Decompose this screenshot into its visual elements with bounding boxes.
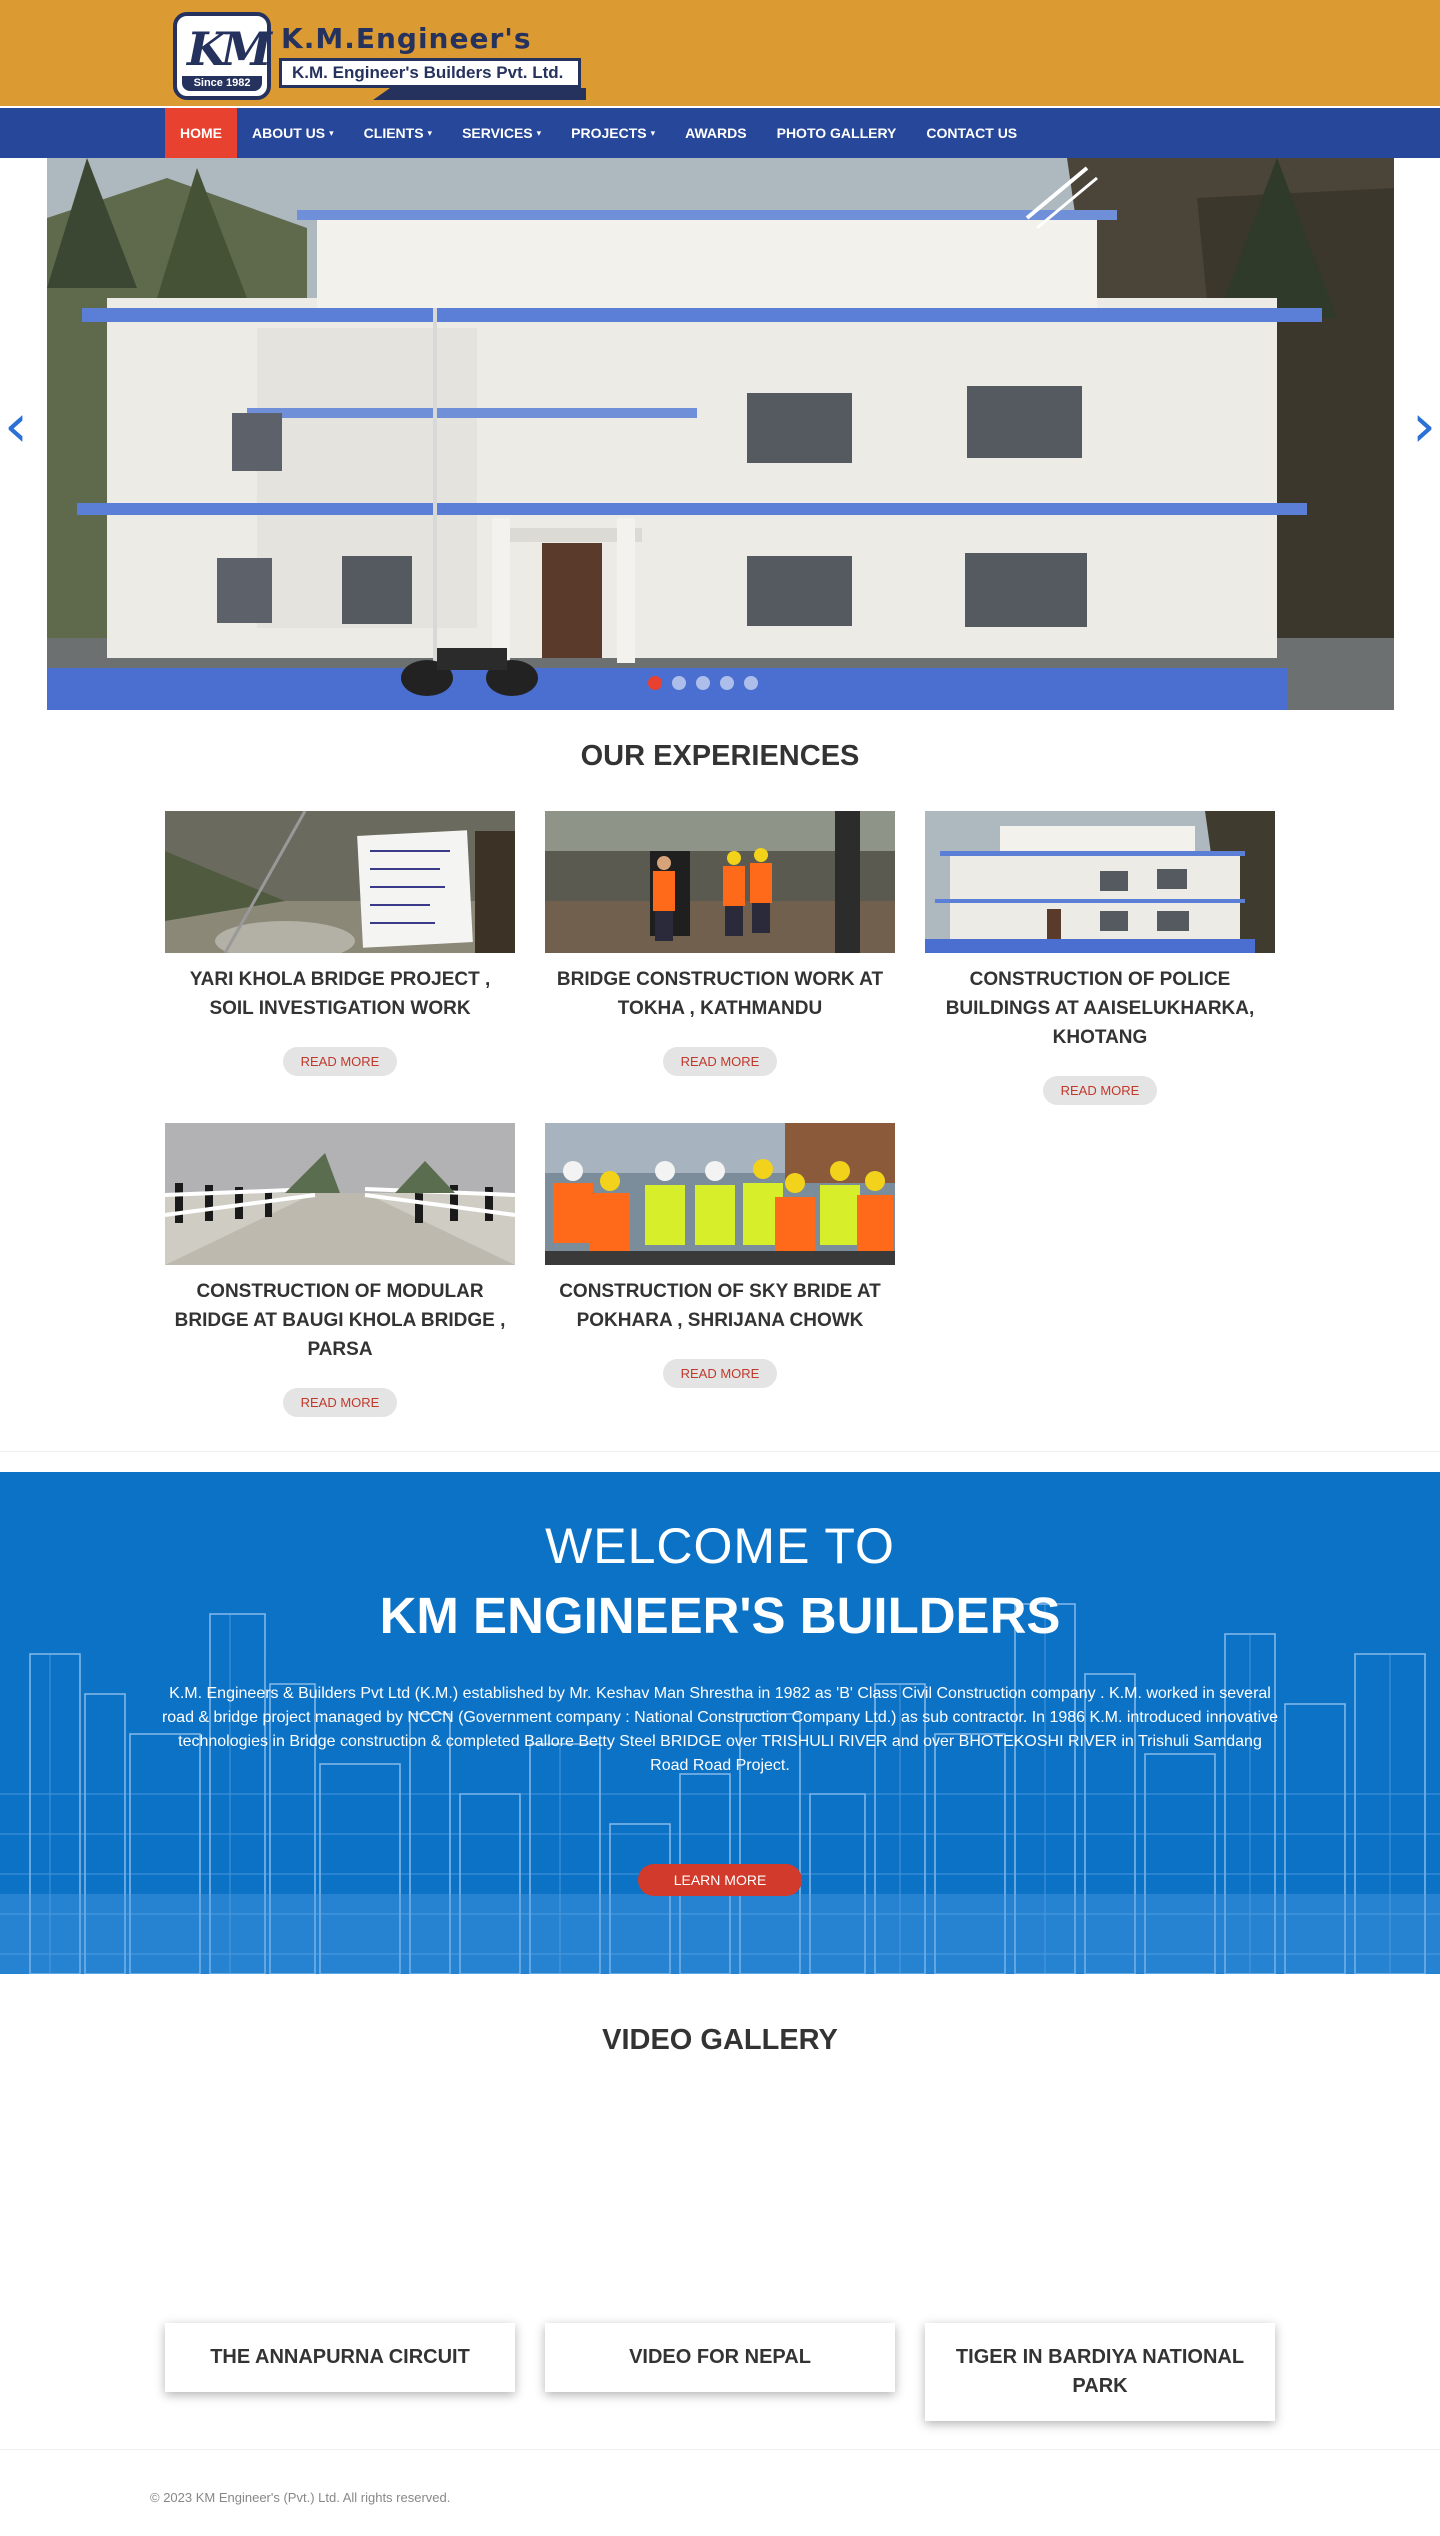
nav-item-awards[interactable]: AWARDS [670,108,761,158]
nav-item-label: PHOTO GALLERY [776,125,897,141]
nav-list: HOME ABOUT US ▾ CLIENTS ▾ SERVICES ▾ PROJECTS ▾ A… [165,108,1440,158]
video-title: TIGER IN BARDIYA NATIONAL PARK [955,2346,1245,2397]
experience-card: BRIDGE CONSTRUCTION WORK AT TOKHA , KATH… [545,811,895,1105]
read-more-button[interactable]: READ MORE [662,1359,778,1388]
logo-initials: KM [187,22,272,76]
nav-item-label: HOME [180,125,222,141]
experiences-grid: YARI KHOLA BRIDGE PROJECT , SOIL INVESTI… [165,811,1275,1417]
nav-item-projects[interactable]: PROJECTS ▾ [556,108,670,158]
video-card[interactable]: VIDEO FOR NEPAL [545,2323,895,2392]
caret-down-icon: ▾ [427,128,433,138]
soil-investigation-photo[interactable] [165,811,515,953]
caret-down-icon: ▾ [329,128,334,138]
video-title: VIDEO FOR NEPAL [629,2346,811,2368]
logo-slab [373,88,586,100]
nav-item-label: ABOUT US [252,125,326,141]
site-header: KM Since 1982 K.M.Engineer's K.M. Engine… [0,0,1440,106]
nav-item-label: SERVICES [462,125,533,141]
nav-item-photo-gallery[interactable]: PHOTO GALLERY [762,108,912,158]
hero-slider: ‹ › [0,158,1440,710]
caret-down-icon: ▾ [650,128,656,138]
slider-dot[interactable] [672,676,686,690]
experience-title[interactable]: YARI KHOLA BRIDGE PROJECT , SOIL INVESTI… [165,965,515,1023]
nav-item-label: PROJECTS [571,125,647,141]
police-building-photo [47,158,1394,710]
experience-title[interactable]: CONSTRUCTION OF MODULAR BRIDGE AT BAUGI … [165,1277,515,1364]
nav-item-label: CONTACT US [926,125,1018,141]
nav-item-clients[interactable]: CLIENTS ▾ [349,108,447,158]
nav-item-label: AWARDS [685,125,747,141]
brand-name: K.M.Engineer's [281,22,532,55]
video-title: THE ANNAPURNA CIRCUIT [210,2346,470,2368]
video-card[interactable]: TIGER IN BARDIYA NATIONAL PARK [925,2323,1275,2421]
slider-dot[interactable] [720,676,734,690]
main-nav: HOME ABOUT US ▾ CLIENTS ▾ SERVICES ▾ PROJECTS ▾ A… [0,106,1440,158]
experience-card: CONSTRUCTION OF MODULAR BRIDGE AT BAUGI … [165,1123,515,1417]
slider-dot[interactable] [696,676,710,690]
experiences-title: OUR EXPERIENCES [580,740,860,772]
caret-down-icon: ▾ [536,128,542,138]
experience-card: YARI KHOLA BRIDGE PROJECT , SOIL INVESTI… [165,811,515,1105]
slider-prev-icon[interactable]: ‹ [4,396,28,456]
video-gallery-title: VIDEO GALLERY [602,2024,838,2056]
company-heading: KM ENGINEER'S BUILDERS [379,1587,1061,1644]
read-more-button[interactable]: READ MORE [282,1047,398,1076]
nav-item-label: CLIENTS [363,125,424,141]
police-building-photo[interactable] [925,811,1275,953]
welcome-heading: WELCOME TO [545,1518,895,1574]
learn-more-button[interactable]: LEARN MORE [637,1864,803,1896]
experience-card: CONSTRUCTION OF SKY BRIDE AT POKHARA , S… [545,1123,895,1417]
experience-title[interactable]: BRIDGE CONSTRUCTION WORK AT TOKHA , KATH… [545,965,895,1023]
read-more-button[interactable]: READ MORE [1042,1076,1158,1105]
nav-item-contact-us[interactable]: CONTACT US [911,108,1032,158]
video-gallery-section: VIDEO GALLERY THE ANNAPURNA CIRCUIT VIDEO… [0,1974,1440,2450]
sky-bridge-photo[interactable] [545,1123,895,1265]
slider-indicators [648,676,758,690]
brand-tagline: K.M. Engineer's Builders Pvt. Ltd. [279,58,581,88]
logo-since: Since 1982 [182,76,262,91]
logo-mark: KM Since 1982 [173,12,272,100]
hero-slide-image [47,158,1394,710]
welcome-description: K.M. Engineers & Builders Pvt Ltd (K.M.)… [161,1685,1279,1774]
copyright-text: © 2023 KM Engineer's (Pvt.) Ltd. All rig… [150,2490,451,2505]
site-footer: © 2023 KM Engineer's (Pvt.) Ltd. All rig… [0,2450,1440,2536]
slider-dot[interactable] [744,676,758,690]
experience-title[interactable]: CONSTRUCTION OF POLICE BUILDINGS AT AAIS… [925,965,1275,1052]
nav-item-home[interactable]: HOME [165,108,237,158]
experience-card: CONSTRUCTION OF POLICE BUILDINGS AT AAIS… [925,811,1275,1105]
experience-title[interactable]: CONSTRUCTION OF SKY BRIDE AT POKHARA , S… [545,1277,895,1335]
modular-bridge-photo[interactable] [165,1123,515,1265]
read-more-button[interactable]: READ MORE [282,1388,398,1417]
slider-dot[interactable] [648,676,662,690]
nav-item-about-us[interactable]: ABOUT US ▾ [237,108,349,158]
video-grid: THE ANNAPURNA CIRCUIT VIDEO FOR NEPAL TIGE… [165,2323,1275,2421]
experiences-section: OUR EXPERIENCES YARI KHOLA BRIDGE PROJEC… [0,710,1440,1452]
read-more-button[interactable]: READ MORE [662,1047,778,1076]
video-card[interactable]: THE ANNAPURNA CIRCUIT [165,2323,515,2392]
tokha-bridge-photo[interactable] [545,811,895,953]
nav-item-services[interactable]: SERVICES ▾ [447,108,556,158]
slider-next-icon[interactable]: › [1412,396,1436,456]
welcome-content: WELCOME TO KM ENGINEER'S BUILDERS K.M. E… [0,1472,1440,1896]
welcome-section: WELCOME TO KM ENGINEER'S BUILDERS K.M. E… [0,1472,1440,1974]
site-logo[interactable]: KM Since 1982 K.M.Engineer's K.M. Engine… [173,12,586,100]
